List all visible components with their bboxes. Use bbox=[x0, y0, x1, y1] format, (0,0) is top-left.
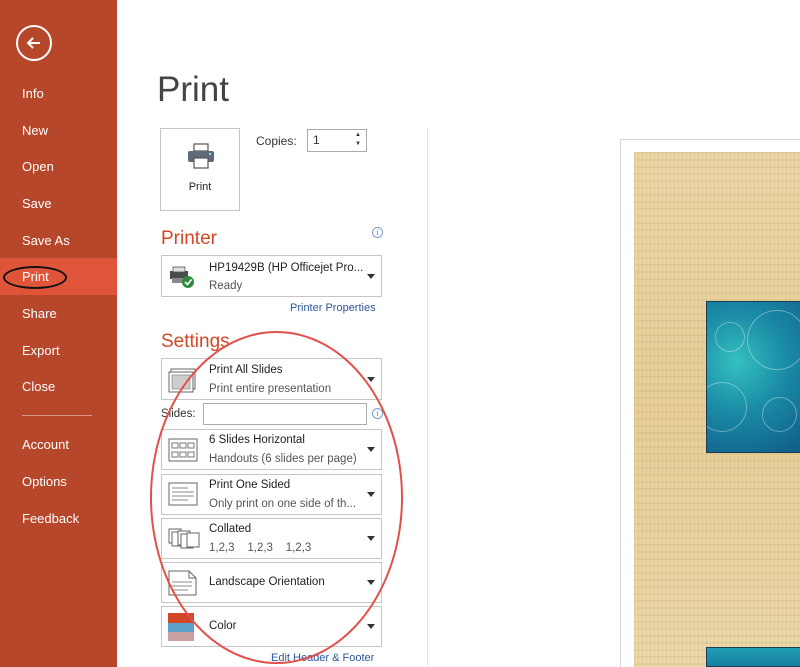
color-swatch-icon bbox=[168, 613, 194, 641]
landscape-orientation-icon bbox=[168, 570, 197, 596]
sidebar-item-close[interactable]: Close bbox=[0, 368, 117, 405]
chevron-down-icon bbox=[367, 377, 375, 382]
orientation-select[interactable]: Landscape Orientation bbox=[161, 562, 382, 603]
color-select[interactable]: Color bbox=[161, 606, 382, 647]
backstage-sidebar: Info New Open Save Save As Print Share E… bbox=[0, 0, 117, 667]
info-icon[interactable]: i bbox=[372, 227, 383, 238]
decorative-ring bbox=[715, 322, 745, 352]
sidebar-item-export[interactable]: Export bbox=[0, 332, 117, 369]
printer-name: HP19429B (HP Officejet Pro... bbox=[209, 262, 364, 274]
chevron-down-icon bbox=[367, 274, 375, 279]
all-slides-icon bbox=[168, 368, 196, 393]
slide-thumbnail bbox=[706, 647, 800, 667]
info-icon[interactable]: i bbox=[372, 408, 383, 419]
chevron-down-icon bbox=[367, 447, 375, 452]
chevron-down-icon bbox=[367, 580, 375, 585]
layout-sub: Handouts (6 slides per page) bbox=[209, 453, 357, 465]
slides-label: Slides: bbox=[161, 408, 196, 420]
settings-heading: Settings bbox=[161, 331, 230, 352]
back-arrow-icon bbox=[26, 37, 40, 49]
copies-spin-buttons[interactable]: ▲ ▼ bbox=[355, 131, 363, 149]
collation-sub: 1,2,3 1,2,3 1,2,3 bbox=[209, 542, 312, 554]
sides-select[interactable]: Print One Sided Only print on one side o… bbox=[161, 474, 382, 515]
collation-select[interactable]: Collated 1,2,3 1,2,3 1,2,3 bbox=[161, 518, 382, 559]
printer-heading: Printer bbox=[161, 228, 217, 249]
slides-input[interactable] bbox=[203, 403, 367, 425]
decorative-ring bbox=[747, 310, 800, 370]
printer-status: Ready bbox=[209, 280, 243, 292]
chevron-down-icon bbox=[367, 492, 375, 497]
copies-value: 1 bbox=[313, 133, 320, 147]
print-range-sub: Print entire presentation bbox=[209, 383, 332, 395]
chevron-down-icon bbox=[367, 624, 375, 629]
edit-header-footer-link[interactable]: Edit Header & Footer bbox=[271, 652, 374, 664]
print-button-label: Print bbox=[188, 181, 212, 193]
sidebar-item-info[interactable]: Info bbox=[0, 75, 117, 112]
copies-stepper[interactable]: 1 ▲ ▼ bbox=[307, 129, 367, 152]
page-title: Print bbox=[157, 70, 229, 109]
print-range-select[interactable]: Print All Slides Print entire presentati… bbox=[161, 358, 382, 400]
printer-properties-link[interactable]: Printer Properties bbox=[290, 302, 376, 314]
printer-icon bbox=[188, 143, 214, 169]
back-button[interactable] bbox=[16, 25, 52, 61]
sidebar-item-share[interactable]: Share bbox=[0, 295, 117, 332]
handout-layout-icon bbox=[168, 438, 198, 462]
sidebar-item-save-as[interactable]: Save As bbox=[0, 222, 117, 259]
copies-label: Copies: bbox=[256, 134, 297, 148]
sidebar-item-new[interactable]: New bbox=[0, 112, 117, 149]
print-button[interactable]: Print bbox=[160, 128, 240, 211]
chevron-down-icon bbox=[367, 536, 375, 541]
printer-select[interactable]: HP19429B (HP Officejet Pro... Ready bbox=[161, 255, 382, 297]
collated-icon bbox=[168, 528, 200, 549]
layout-title: 6 Slides Horizontal bbox=[209, 434, 305, 446]
sides-title: Print One Sided bbox=[209, 479, 291, 491]
sidebar-item-options[interactable]: Options bbox=[0, 463, 117, 500]
sidebar-item-open[interactable]: Open bbox=[0, 148, 117, 185]
decorative-ring bbox=[762, 397, 797, 432]
sidebar-item-save[interactable]: Save bbox=[0, 185, 117, 222]
one-sided-icon bbox=[168, 482, 198, 506]
print-range-title: Print All Slides bbox=[209, 364, 283, 376]
sides-sub: Only print on one side of th... bbox=[209, 498, 357, 510]
sidebar-item-feedback[interactable]: Feedback bbox=[0, 500, 117, 537]
color-title: Color bbox=[209, 620, 237, 632]
sidebar-divider bbox=[22, 415, 92, 416]
print-highlight-annotation bbox=[3, 266, 67, 289]
collation-title: Collated bbox=[209, 523, 252, 535]
orientation-title: Landscape Orientation bbox=[209, 576, 325, 588]
layout-select[interactable]: 6 Slides Horizontal Handouts (6 slides p… bbox=[161, 429, 382, 470]
printer-device-icon bbox=[170, 266, 194, 288]
decorative-ring bbox=[707, 382, 747, 432]
sidebar-item-account[interactable]: Account bbox=[0, 426, 117, 463]
slide-thumbnail bbox=[706, 301, 800, 453]
